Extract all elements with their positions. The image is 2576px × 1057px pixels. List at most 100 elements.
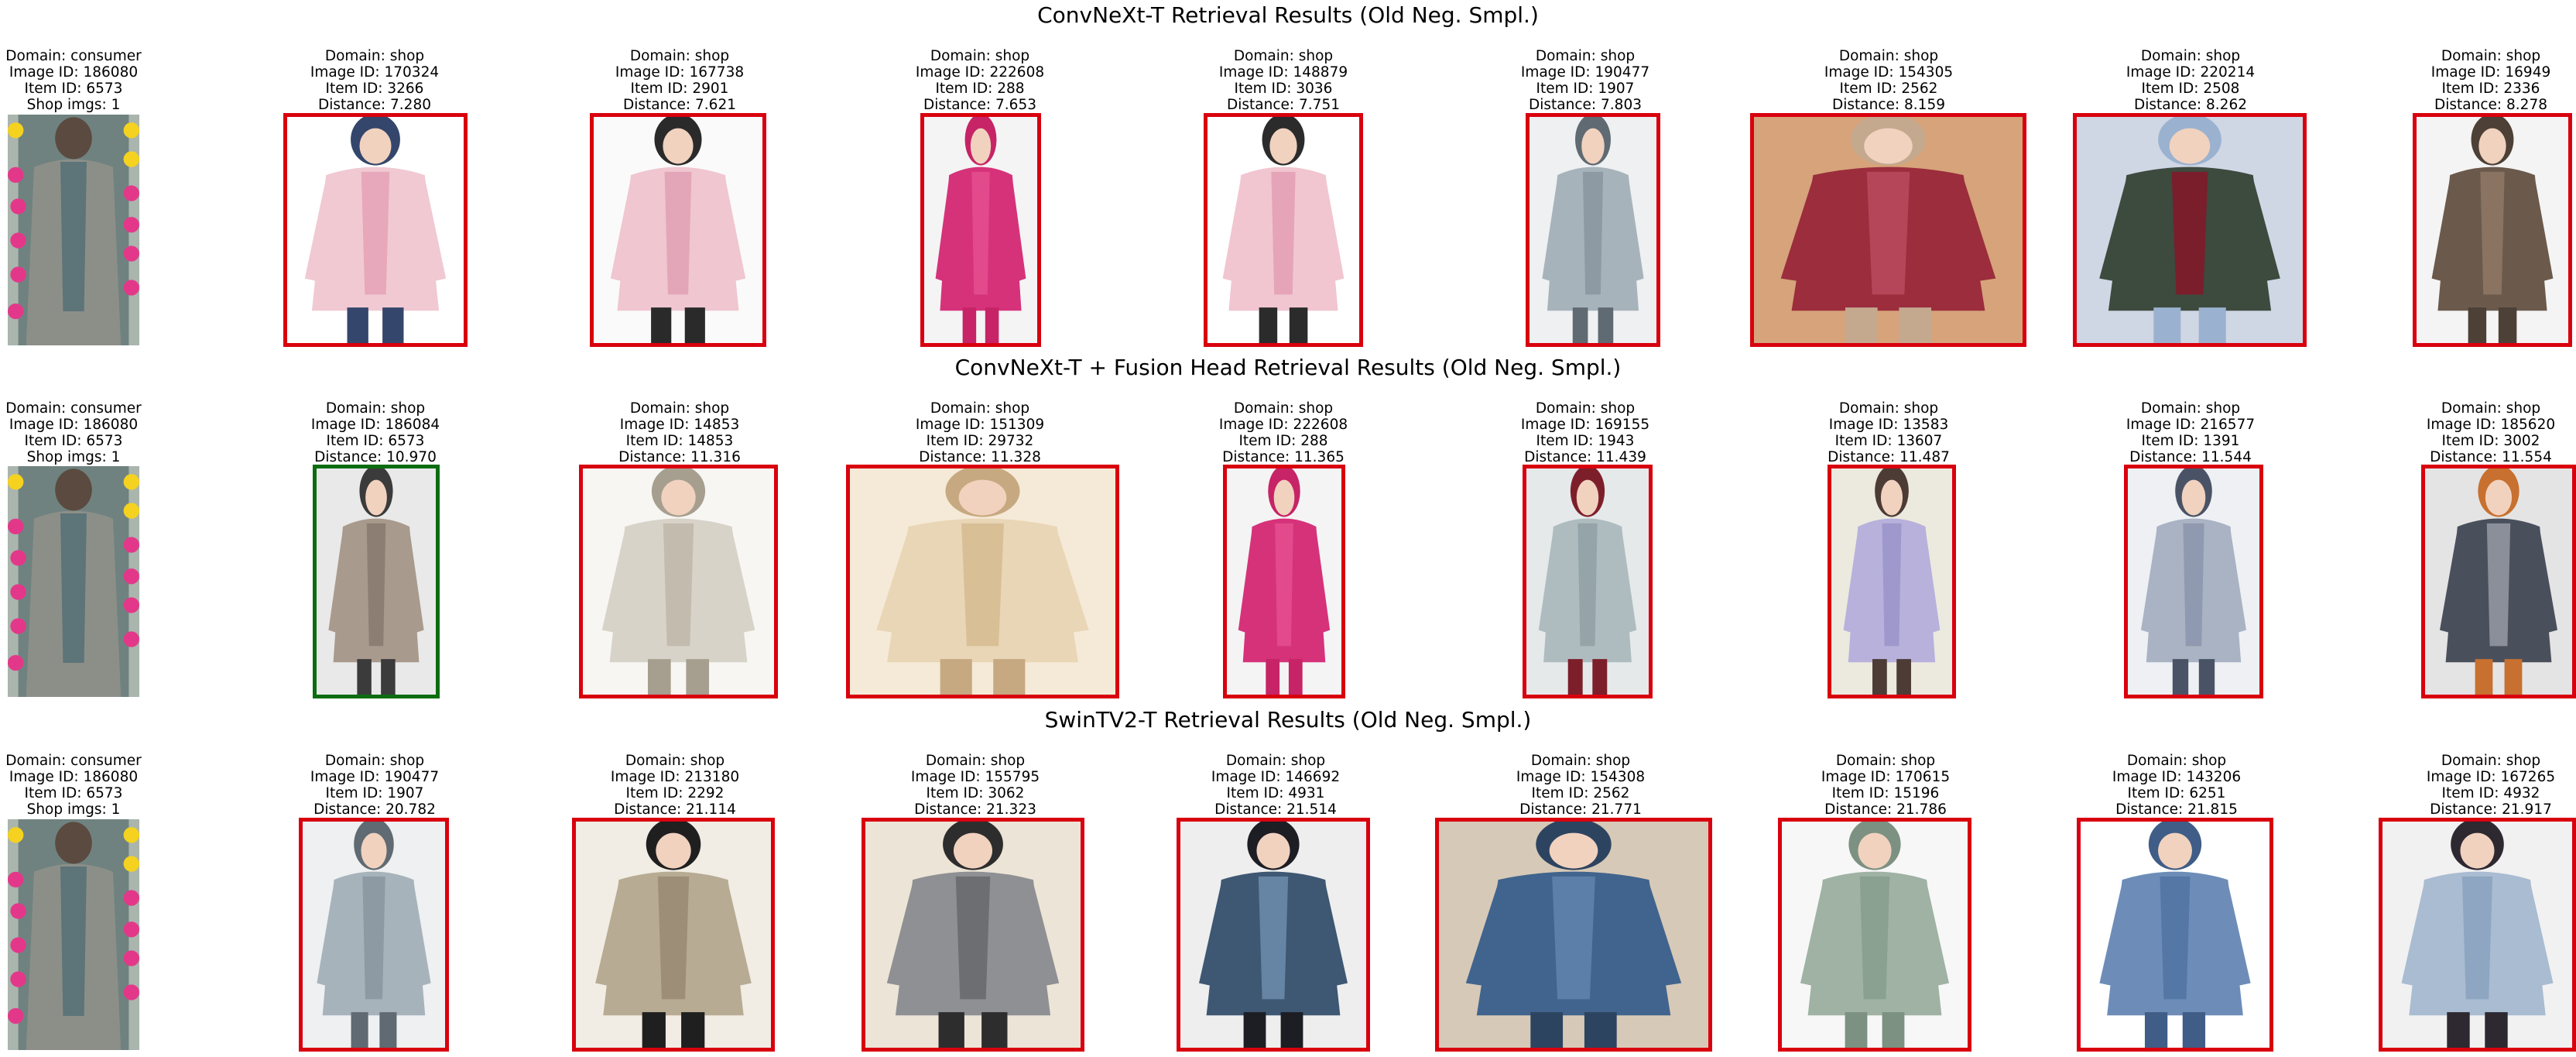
result-domain-label: Domain: shop [930,400,1030,417]
result-image[interactable] [2421,465,2576,698]
result-item-id-label: Item ID: 3266 [325,81,424,97]
result-distance-label: Distance: 7.751 [1227,97,1340,113]
garment-photo [1439,822,1708,1048]
result-domain-label: Domain: shop [925,753,1026,769]
result-domain-label: Domain: shop [2140,400,2241,417]
result-image[interactable] [1523,465,1653,698]
result-item-id-label: Item ID: 4932 [2441,785,2540,801]
result-distance-label: Distance: 21.815 [2115,801,2238,818]
result-distance-label: Distance: 7.280 [318,97,431,113]
result-distance-label: Distance: 11.544 [2129,449,2252,465]
result-caption: Domain: shop Image ID: 154305 Item ID: 2… [1811,48,1966,113]
result-image[interactable] [2073,113,2307,347]
result-caption: Domain: shop Image ID: 170615 Item ID: 1… [1808,753,1963,818]
result-caption: Domain: shop Image ID: 220214 Item ID: 2… [2113,48,2268,113]
garment-photo [1530,117,1656,343]
result-image[interactable] [1778,818,1971,1052]
result-distance-label: Distance: 7.621 [623,97,736,113]
result-distance-label: Distance: 21.917 [2430,801,2552,818]
result-domain-label: Domain: shop [1835,753,1936,769]
result-distance-label: Distance: 10.970 [314,449,437,465]
result-item-id-label: Item ID: 29732 [926,433,1034,449]
result-distance-label: Distance: 11.365 [1222,449,1345,465]
result-caption: Domain: shop Image ID: 154308 Item ID: 2… [1503,753,1658,818]
garment-photo [1831,468,1952,695]
result-caption: Domain: shop Image ID: 222608 Item ID: 2… [903,48,1057,113]
result-image[interactable] [1435,818,1712,1052]
result-caption: Domain: shop Image ID: 13583 Item ID: 13… [1811,400,1966,465]
result-distance-label: Distance: 21.323 [914,801,1036,818]
result-image[interactable] [846,465,1119,698]
result-item-id-label: Item ID: 6573 [326,433,425,449]
row-title: ConvNeXt-T + Fusion Head Retrieval Resul… [954,355,1622,380]
result-distance-label: Distance: 21.771 [1519,801,1642,818]
result-image[interactable] [1750,113,2026,347]
result-distance-label: Distance: 11.439 [1524,449,1646,465]
result-image[interactable] [572,818,775,1052]
result-distance-label: Distance: 11.328 [919,449,1041,465]
query-item-id-label: Item ID: 6573 [24,785,123,801]
result-image[interactable] [1177,818,1370,1052]
result-image-id-label: Image ID: 170615 [1821,769,1951,785]
garment-photo [2417,117,2568,343]
result-item-id-label: Item ID: 6251 [2127,785,2226,801]
result-image[interactable] [1828,465,1956,698]
result-image[interactable] [1526,113,1660,347]
result-image[interactable] [2413,113,2572,347]
result-caption: Domain: shop Image ID: 216577 Item ID: 1… [2113,400,2268,465]
result-image-id-label: Image ID: 146692 [1211,769,1341,785]
result-caption: Domain: shop Image ID: 143206 Item ID: 6… [2099,753,2254,818]
result-image[interactable] [313,465,440,698]
result-caption: Domain: shop Image ID: 151309 Item ID: 2… [903,400,1057,465]
result-caption: Domain: shop Image ID: 170324 Item ID: 3… [297,48,452,113]
query-item-id-label: Item ID: 6573 [24,433,123,449]
result-domain-label: Domain: shop [324,48,425,64]
result-item-id-label: Item ID: 1907 [325,785,424,801]
row-title: SwinTV2-T Retrieval Results (Old Neg. Sm… [1044,707,1532,733]
result-image[interactable] [299,818,449,1052]
result-distance-label: Distance: 8.262 [2134,97,2247,113]
result-image[interactable] [1204,113,1363,347]
result-image[interactable] [2077,818,2273,1052]
result-item-id-label: Item ID: 1943 [1536,433,1635,449]
result-image[interactable] [1223,465,1345,698]
query-domain-label: Domain: consumer [5,753,142,769]
query-shop-imgs-label: Shop imgs: 1 [26,801,121,818]
result-caption: Domain: shop Image ID: 14853 Item ID: 14… [602,400,757,465]
query-shop-imgs-label: Shop imgs: 1 [26,449,121,465]
result-item-id-label: Item ID: 3036 [1234,81,1333,97]
query-photo [8,819,139,1050]
result-image[interactable] [862,818,1084,1052]
result-caption: Domain: shop Image ID: 190477 Item ID: 1… [297,753,452,818]
result-domain-label: Domain: shop [324,753,425,769]
query-caption: Domain: consumer Image ID: 186080 Item I… [0,753,147,818]
result-image[interactable] [579,465,778,698]
result-caption: Domain: shop Image ID: 222608 Item ID: 2… [1206,400,1361,465]
garment-photo [1754,117,2023,343]
result-image[interactable] [2124,465,2263,698]
result-distance-label: Distance: 11.316 [618,449,741,465]
result-image-id-label: Image ID: 148879 [1218,64,1348,81]
result-domain-label: Domain: shop [625,753,725,769]
result-distance-label: Distance: 21.786 [1824,801,1947,818]
query-image [8,466,139,697]
query-caption: Domain: consumer Image ID: 186080 Item I… [0,400,147,465]
query-image-id-label: Image ID: 186080 [9,417,139,433]
garment-photo [2081,822,2269,1048]
result-image[interactable] [590,113,766,347]
result-image[interactable] [920,113,1041,347]
query-item-id-label: Item ID: 6573 [24,81,123,97]
result-image[interactable] [283,113,468,347]
result-item-id-label: Item ID: 4931 [1226,785,1325,801]
query-image-id-label: Image ID: 186080 [9,64,139,81]
result-caption: Domain: shop Image ID: 146692 Item ID: 4… [1198,753,1353,818]
result-image[interactable] [2379,818,2576,1052]
garment-photo [2382,822,2572,1048]
result-distance-label: Distance: 11.487 [1828,449,1950,465]
result-image-id-label: Image ID: 216577 [2126,417,2256,433]
result-distance-label: Distance: 7.653 [923,97,1036,113]
row-title: ConvNeXt-T Retrieval Results (Old Neg. S… [1037,2,1539,28]
result-item-id-label: Item ID: 2292 [625,785,724,801]
result-image-id-label: Image ID: 222608 [915,64,1045,81]
result-caption: Domain: shop Image ID: 213180 Item ID: 2… [598,753,752,818]
